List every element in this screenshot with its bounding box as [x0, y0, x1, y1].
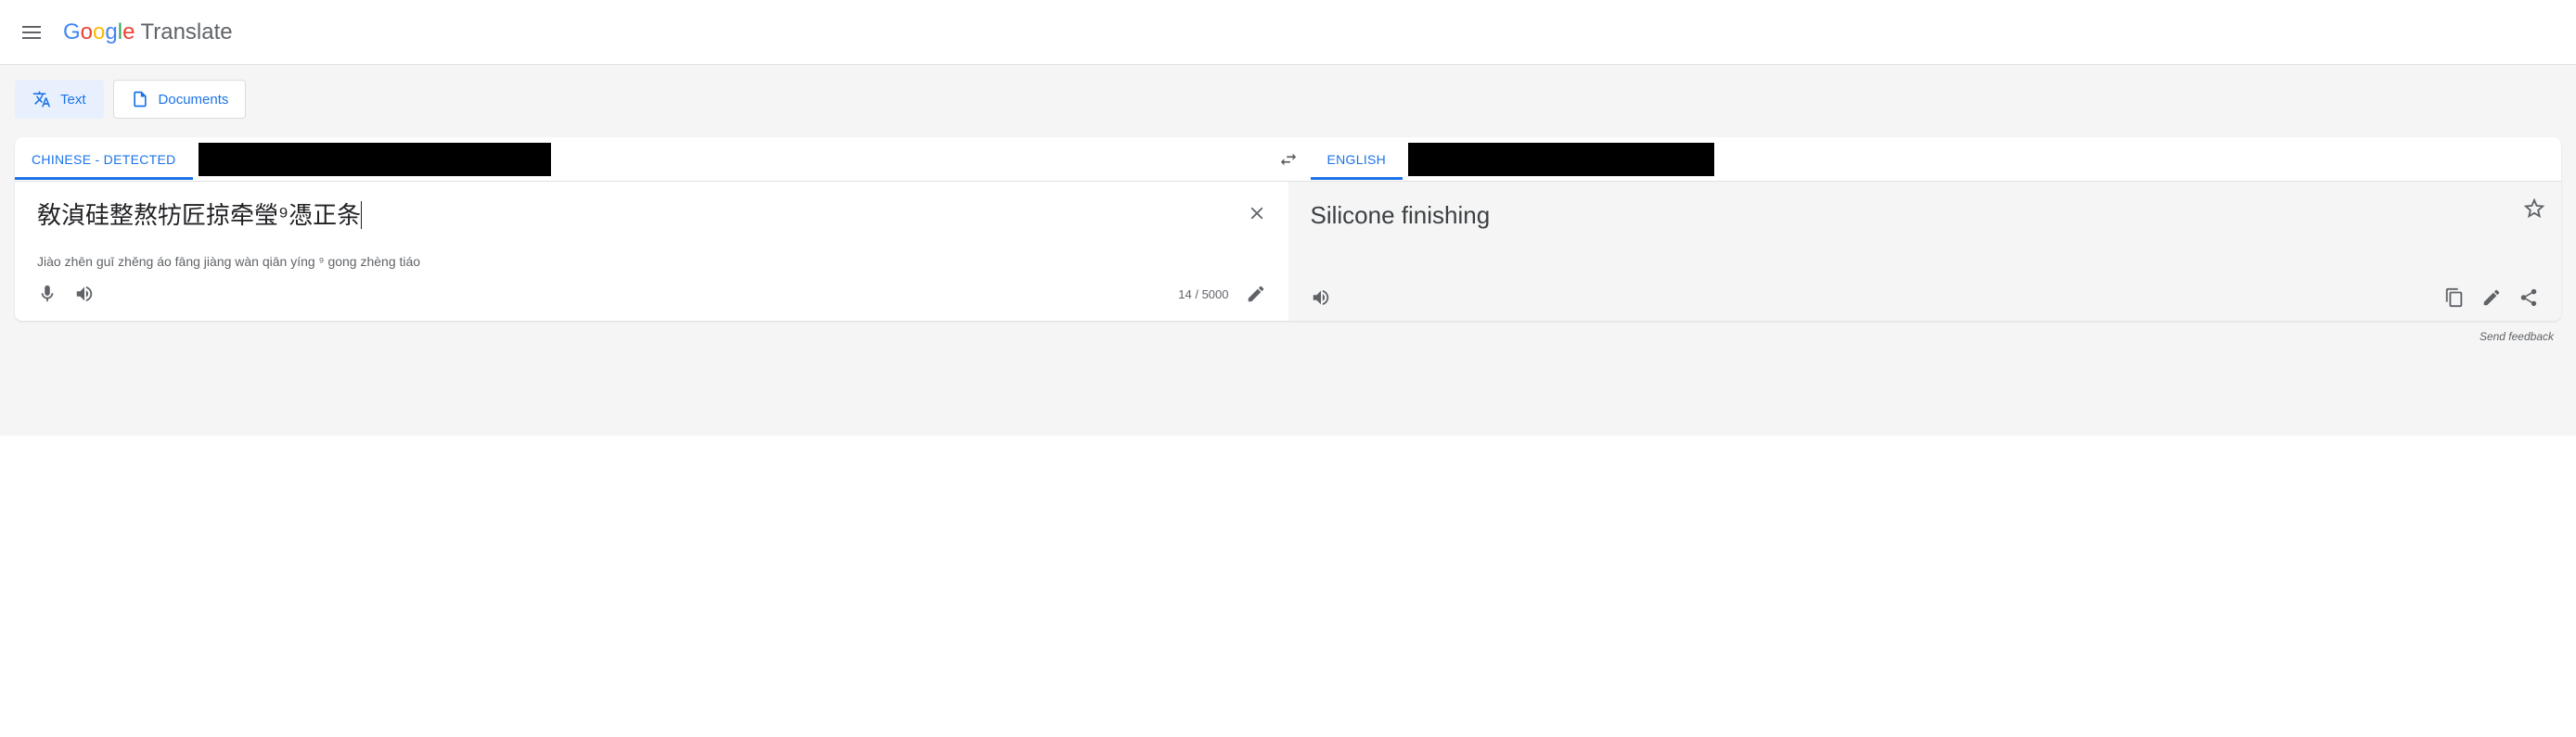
source-text-content: 敎湞硅整熬牥匠掠牵瑩⁹憑正条: [37, 201, 361, 229]
main-area: Text Documents CHINESE - DETECTED ENGLIS…: [0, 65, 2576, 436]
send-feedback-link[interactable]: Send feedback: [15, 321, 2561, 343]
translate-icon: [32, 90, 51, 108]
pencil-icon[interactable]: [1246, 284, 1266, 304]
star-icon: [2524, 198, 2544, 219]
source-lang-side: CHINESE - DETECTED: [15, 137, 1266, 181]
clear-button[interactable]: [1242, 198, 1272, 228]
save-translation-button[interactable]: [2524, 198, 2544, 223]
translate-card: CHINESE - DETECTED ENGLISH 敎湞硅整熬牥匠掠牵瑩⁹憑正…: [15, 137, 2561, 321]
romanization-text: Jiào zhēn guī zhěng áo fāng jiàng wàn qi…: [37, 254, 1266, 269]
close-icon: [1247, 203, 1267, 223]
target-panel: Silicone finishing: [1288, 182, 2562, 321]
source-text-input[interactable]: 敎湞硅整熬牥匠掠牵瑩⁹憑正条: [37, 198, 1266, 235]
google-logo: Google: [63, 19, 135, 45]
tab-documents[interactable]: Documents: [113, 80, 247, 119]
source-panel: 敎湞硅整熬牥匠掠牵瑩⁹憑正条 Jiào zhēn guī zhěng áo fā…: [15, 182, 1288, 321]
share-icon[interactable]: [2518, 287, 2539, 308]
copy-icon[interactable]: [2444, 287, 2465, 308]
speaker-icon[interactable]: [74, 284, 95, 304]
swap-languages-button[interactable]: [1266, 137, 1311, 181]
target-lang-side: ENGLISH: [1311, 137, 2562, 181]
redacted-target-langs: [1408, 143, 1714, 176]
source-toolbar: 14 / 5000: [37, 284, 1266, 304]
swap-icon: [1278, 149, 1299, 170]
target-text-output: Silicone finishing: [1311, 198, 2540, 235]
app-logo[interactable]: Google Translate: [63, 19, 233, 45]
document-icon: [131, 90, 149, 108]
pencil-icon[interactable]: [2481, 287, 2502, 308]
io-row: 敎湞硅整熬牥匠掠牵瑩⁹憑正条 Jiào zhēn guī zhěng áo fā…: [15, 182, 2561, 321]
target-toolbar: [1311, 287, 2540, 308]
tab-documents-label: Documents: [159, 92, 229, 108]
app-header: Google Translate: [0, 0, 2576, 65]
tab-text[interactable]: Text: [15, 80, 104, 119]
speaker-icon[interactable]: [1311, 287, 1331, 308]
mode-tabs: Text Documents: [15, 80, 2561, 119]
language-bar: CHINESE - DETECTED ENGLISH: [15, 137, 2561, 182]
product-name: Translate: [140, 19, 232, 45]
menu-icon[interactable]: [15, 19, 48, 46]
redacted-source-langs: [199, 143, 551, 176]
mic-icon[interactable]: [37, 284, 58, 304]
char-count: 14 / 5000: [1178, 287, 1228, 301]
target-lang-tab[interactable]: ENGLISH: [1311, 139, 1403, 180]
source-lang-tab[interactable]: CHINESE - DETECTED: [15, 139, 193, 180]
tab-text-label: Text: [60, 92, 86, 108]
